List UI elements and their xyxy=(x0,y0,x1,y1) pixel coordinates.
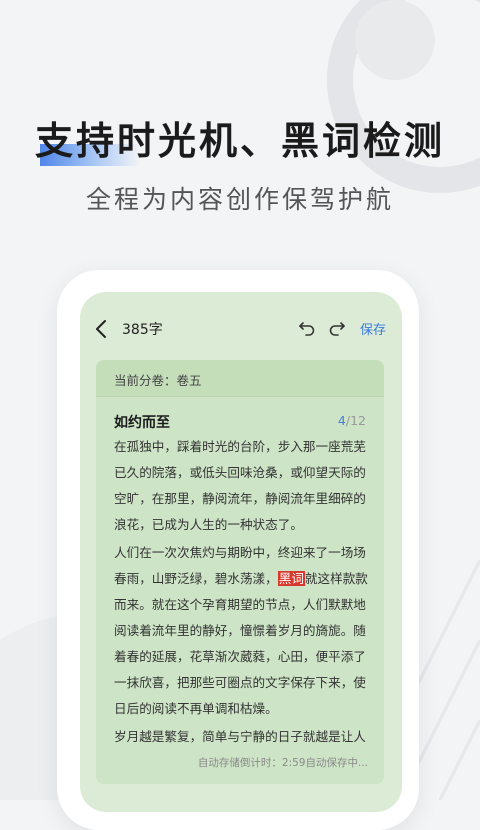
paragraph: 人们在一次次焦灼与期盼中，终迎来了一场场春雨，山野泛绿，碧水荡漾，黑词就这样款款… xyxy=(114,540,372,722)
undo-icon[interactable] xyxy=(298,319,316,337)
redo-icon[interactable] xyxy=(328,319,346,337)
editor-toolbar: 385字 保存 xyxy=(80,314,402,344)
paragraph: 在孤独中，踩着时光的台阶，步入那一座荒芜已久的院落，或低头回味沧桑，或仰望天际的… xyxy=(114,439,366,532)
chapter-progress: 4/12 xyxy=(338,413,366,428)
black-word-highlight[interactable]: 黑词 xyxy=(277,571,305,586)
chapter-title[interactable]: 如约而至 xyxy=(114,412,170,432)
volume-selector[interactable]: 当前分卷：卷五 xyxy=(96,360,384,397)
paragraph-text: 就这样款款而来。就在这个孕育期望的节点，人们默默地阅读着流年里的静好，憧憬着岁月… xyxy=(114,571,368,716)
paragraph: 岁月越是繁复，简单与宁静的日子就越是让人 xyxy=(114,729,366,744)
chapter-current: 4 xyxy=(337,413,346,428)
promo-headline-block: 支持时光机、黑词检测 xyxy=(0,118,480,166)
word-count: 385字 xyxy=(122,322,163,338)
chapter-card: 当前分卷：卷五 如约而至 4/12 在孤独中，踩着时光的台阶，步入那一座荒芜已久… xyxy=(96,360,384,784)
chevron-left-icon[interactable] xyxy=(92,318,112,340)
promo-headline: 支持时光机、黑词检测 xyxy=(34,119,445,163)
chapter-total: /12 xyxy=(345,413,366,428)
promo-subheadline: 全程为内容创作保驾护航 xyxy=(85,185,394,214)
editor-screen: 385字 保存 当前分卷：卷五 如约而至 4/12 在孤独中，踩着时光的台阶，步… xyxy=(80,292,402,812)
save-button[interactable]: 保存 xyxy=(360,319,386,338)
autosave-status: 自动存储倒计时：2:59自动保存中... xyxy=(197,757,368,769)
volume-label: 当前分卷：卷五 xyxy=(114,373,202,388)
chapter-body-text[interactable]: 在孤独中，踩着时光的台阶，步入那一座荒芜已久的院落，或低头回味沧桑，或仰望天际的… xyxy=(114,434,372,750)
